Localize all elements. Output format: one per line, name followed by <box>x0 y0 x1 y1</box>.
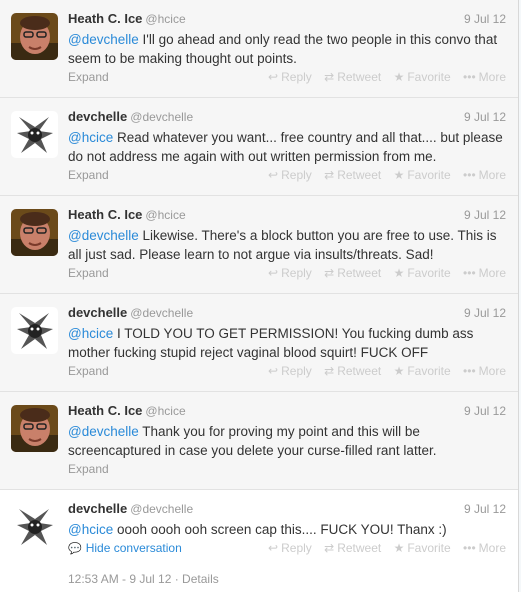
more-icon: ••• <box>463 168 476 182</box>
user-fullname[interactable]: devchelle <box>68 501 127 516</box>
tweet-actions: ↩ Reply ⇄ Retweet ★ Favorite ••• More <box>259 541 506 555</box>
mention-link[interactable]: @devchelle <box>68 32 139 47</box>
tweet[interactable]: Heath C. Ice @hcice 9 Jul 12 @devchelle T… <box>0 392 518 490</box>
more-icon: ••• <box>463 266 476 280</box>
user-handle[interactable]: @devchelle <box>130 110 193 124</box>
tweet-timestamp[interactable]: 9 Jul 12 <box>464 304 506 322</box>
mention-link[interactable]: @hcice <box>68 522 113 537</box>
tweet-body: oooh oooh ooh screen cap this.... FUCK Y… <box>113 522 447 537</box>
avatar[interactable] <box>11 209 58 256</box>
star-icon: ★ <box>393 364 405 378</box>
reply-icon: ↩ <box>268 364 279 378</box>
star-icon: ★ <box>393 168 405 182</box>
reply-button[interactable]: ↩ Reply <box>268 70 312 84</box>
tweet-details-meta[interactable]: 12:53 AM - 9 Jul 12 · Details <box>68 572 219 586</box>
more-button[interactable]: ••• More <box>463 364 506 378</box>
more-button[interactable]: ••• More <box>463 70 506 84</box>
reply-button[interactable]: ↩ Reply <box>268 168 312 182</box>
retweet-icon: ⇄ <box>324 364 335 378</box>
star-icon: ★ <box>393 541 405 555</box>
user-handle[interactable]: @devchelle <box>130 502 193 516</box>
expand-link[interactable]: Expand <box>68 70 109 84</box>
retweet-button[interactable]: ⇄ Retweet <box>324 266 381 280</box>
tweet-text: @devchelle I'll go ahead and only read t… <box>68 30 508 68</box>
retweet-icon: ⇄ <box>324 168 335 182</box>
tweet-text: @devchelle Likewise. There's a block but… <box>68 226 508 264</box>
tweet-timestamp[interactable]: 9 Jul 12 <box>464 108 506 126</box>
more-icon: ••• <box>463 70 476 84</box>
reply-button[interactable]: ↩ Reply <box>268 364 312 378</box>
mention-link[interactable]: @hcice <box>68 130 113 145</box>
tweet[interactable]: devchelle @devchelle 9 Jul 12 @hcice I TO… <box>0 294 518 392</box>
more-button[interactable]: ••• More <box>463 168 506 182</box>
tweet-timestamp[interactable]: 9 Jul 12 <box>464 402 506 420</box>
expand-link[interactable]: Expand <box>68 266 109 280</box>
favorite-button[interactable]: ★ Favorite <box>394 168 451 182</box>
tweet-timestamp[interactable]: 9 Jul 12 <box>464 206 506 224</box>
reply-button[interactable]: ↩ Reply <box>268 266 312 280</box>
more-button[interactable]: ••• More <box>463 266 506 280</box>
retweet-icon: ⇄ <box>324 70 335 84</box>
retweet-button[interactable]: ⇄ Retweet <box>324 168 381 182</box>
conversation-stream: Heath C. Ice @hcice 9 Jul 12 @devchelle I… <box>0 0 519 592</box>
retweet-button[interactable]: ⇄ Retweet <box>324 541 381 555</box>
mention-link[interactable]: @hcice <box>68 326 113 341</box>
tweet-text: @hcice oooh oooh ooh screen cap this....… <box>68 520 508 539</box>
reply-icon: ↩ <box>268 541 279 555</box>
tweet-body: I TOLD YOU TO GET PERMISSION! You fuckin… <box>68 326 474 360</box>
reply-icon: ↩ <box>268 168 279 182</box>
tweet-actions: ↩ Reply ⇄ Retweet ★ Favorite ••• More <box>259 266 506 280</box>
user-handle[interactable]: @hcice <box>145 208 185 222</box>
tweet-actions: ↩ Reply ⇄ Retweet ★ Favorite ••• More <box>259 364 506 378</box>
tweet-timestamp[interactable]: 9 Jul 12 <box>464 500 506 518</box>
reply-button[interactable]: ↩ Reply <box>268 541 312 555</box>
tweet-text: @hcice I TOLD YOU TO GET PERMISSION! You… <box>68 324 508 362</box>
user-handle[interactable]: @hcice <box>145 12 185 26</box>
avatar[interactable] <box>11 307 58 354</box>
expand-link[interactable]: Expand <box>68 462 109 476</box>
tweet-expanded[interactable]: devchelle @devchelle 9 Jul 12 @hcice oooh… <box>0 490 518 592</box>
tweet-body: Read whatever you want... free country a… <box>68 130 503 164</box>
more-icon: ••• <box>463 364 476 378</box>
user-fullname[interactable]: devchelle <box>68 305 127 320</box>
avatar[interactable] <box>11 405 58 452</box>
favorite-button[interactable]: ★ Favorite <box>394 70 451 84</box>
tweet-timestamp[interactable]: 9 Jul 12 <box>464 10 506 28</box>
tweet-actions: ↩ Reply ⇄ Retweet ★ Favorite ••• More <box>259 70 506 84</box>
more-button[interactable]: ••• More <box>463 541 506 555</box>
user-fullname[interactable]: Heath C. Ice <box>68 403 142 418</box>
avatar[interactable] <box>11 503 58 550</box>
user-handle[interactable]: @hcice <box>145 404 185 418</box>
expand-link[interactable]: Expand <box>68 168 109 182</box>
retweet-icon: ⇄ <box>324 541 335 555</box>
avatar[interactable] <box>11 111 58 158</box>
user-fullname[interactable]: devchelle <box>68 109 127 124</box>
user-handle[interactable]: @devchelle <box>130 306 193 320</box>
expand-link[interactable]: Expand <box>68 364 109 378</box>
tweet-text: @devchelle Thank you for proving my poin… <box>68 422 508 460</box>
mention-link[interactable]: @devchelle <box>68 424 139 439</box>
retweet-button[interactable]: ⇄ Retweet <box>324 70 381 84</box>
tweet[interactable]: Heath C. Ice @hcice 9 Jul 12 @devchelle I… <box>0 0 518 98</box>
tweet[interactable]: Heath C. Ice @hcice 9 Jul 12 @devchelle L… <box>0 196 518 294</box>
favorite-button[interactable]: ★ Favorite <box>394 541 451 555</box>
mention-link[interactable]: @devchelle <box>68 228 139 243</box>
tweet[interactable]: devchelle @devchelle 9 Jul 12 @hcice Read… <box>0 98 518 196</box>
tweet-actions: ↩ Reply ⇄ Retweet ★ Favorite ••• More <box>259 168 506 182</box>
favorite-button[interactable]: ★ Favorite <box>394 266 451 280</box>
reply-icon: ↩ <box>268 70 279 84</box>
retweet-icon: ⇄ <box>324 266 335 280</box>
favorite-button[interactable]: ★ Favorite <box>394 364 451 378</box>
hide-conversation-link[interactable]: 💬 Hide conversation <box>68 541 182 555</box>
avatar[interactable] <box>11 13 58 60</box>
speech-bubble-icon: 💬 <box>68 543 82 555</box>
user-fullname[interactable]: Heath C. Ice <box>68 11 142 26</box>
tweet-text: @hcice Read whatever you want... free co… <box>68 128 508 166</box>
more-icon: ••• <box>463 541 476 555</box>
retweet-button[interactable]: ⇄ Retweet <box>324 364 381 378</box>
star-icon: ★ <box>393 70 405 84</box>
reply-icon: ↩ <box>268 266 279 280</box>
star-icon: ★ <box>393 266 405 280</box>
user-fullname[interactable]: Heath C. Ice <box>68 207 142 222</box>
